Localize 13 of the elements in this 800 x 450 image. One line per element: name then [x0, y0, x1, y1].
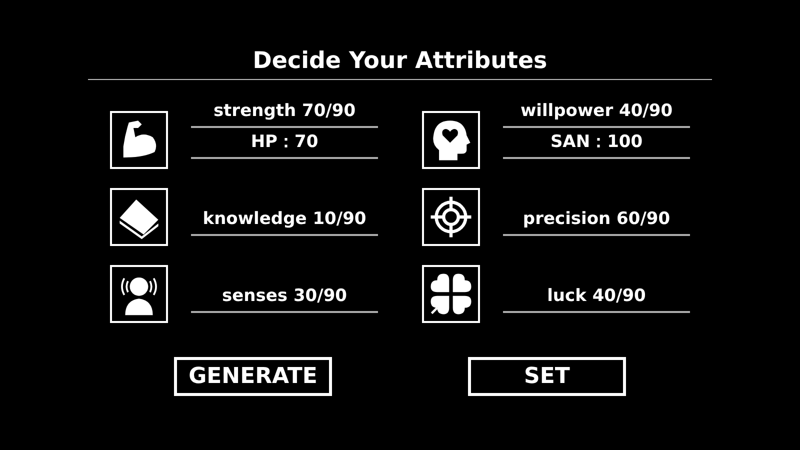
attribute-value: SAN：100 — [503, 128, 690, 159]
screen-title: Decide Your Attributes — [252, 47, 548, 76]
attribute-value: knowledge 10/90 — [191, 205, 378, 236]
attribute-value: precision 60/90 — [503, 205, 690, 236]
generate-button[interactable]: GENERATE — [174, 357, 332, 396]
attribute-value: willpower 40/90 — [503, 97, 690, 128]
attribute-value: luck 40/90 — [503, 282, 690, 313]
attribute-value: senses 30/90 — [191, 282, 378, 313]
set-button[interactable]: SET — [468, 357, 626, 396]
crosshair-icon — [428, 194, 474, 240]
attribute-value: HP：70 — [191, 128, 378, 159]
attribute-value: strength 70/90 — [191, 97, 378, 128]
clover-icon — [428, 271, 474, 317]
